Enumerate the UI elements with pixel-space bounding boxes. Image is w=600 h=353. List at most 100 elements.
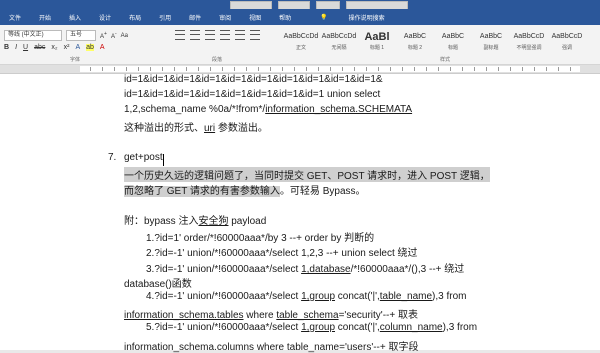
ruler-tick	[546, 67, 547, 71]
lightbulb-icon: 💡	[320, 14, 328, 21]
item-title: get+post	[124, 152, 163, 163]
style-item[interactable]: AaBl 标题 1	[358, 28, 396, 56]
strikethrough-icon[interactable]: abc	[34, 44, 45, 51]
ruler-tick	[450, 67, 451, 71]
tell-me-label: 操作说明搜索	[348, 15, 385, 22]
payload-line: 5.?id=-1' union/*!60000aaa*/select 1,gro…	[146, 322, 478, 333]
ruler-tick	[150, 67, 151, 71]
ruler-tick	[186, 67, 187, 71]
ruler-tick	[558, 67, 559, 71]
ruler-tick	[318, 67, 319, 71]
ruler-tick	[510, 67, 511, 71]
ribbon: 等线 (中文正) 五号 A+ A- Aa B I U abc x₂ x² A a…	[0, 25, 600, 65]
doc-line: 附：bypass 注入安全狗 payload	[124, 216, 267, 227]
style-item[interactable]: AaBbC 标题 2	[396, 28, 434, 56]
ruler-tick	[366, 67, 367, 71]
tab-1[interactable]: 开始	[30, 13, 60, 22]
change-case-icon[interactable]: Aa	[121, 33, 128, 39]
style-sample: AaBbCcDd	[283, 33, 319, 40]
ruler-tick	[198, 67, 199, 71]
italic-icon[interactable]: I	[15, 44, 17, 51]
style-item[interactable]: AaBbCcDd 无间隔	[320, 28, 358, 56]
tab-3[interactable]: 设计	[90, 13, 120, 22]
shrink-font-icon[interactable]: A-	[111, 31, 117, 40]
doc-line: id=1&id=1&id=1&id=1&id=1&id=1&id=1&id=1&…	[124, 74, 383, 85]
ruler-tick	[534, 67, 535, 71]
ruler-tick	[162, 67, 163, 71]
highlight-icon[interactable]: ab	[86, 44, 94, 51]
style-item[interactable]: AaBbC 副标题	[472, 28, 510, 56]
style-name: 副标题	[483, 45, 499, 51]
ruler-tick	[102, 67, 103, 71]
font-selectors: 等线 (中文正) 五号 A+ A- Aa	[4, 30, 128, 41]
document-page[interactable]: id=1&id=1&id=1&id=1&id=1&id=1&id=1&id=1&…	[0, 74, 600, 353]
ruler-tick	[174, 67, 175, 71]
superscript-icon[interactable]: x²	[64, 44, 70, 51]
ruler-tick	[90, 67, 91, 71]
style-item[interactable]: AaBbCcD 不明显强调	[510, 28, 548, 56]
payload-line: information_schema.columns where table_n…	[124, 342, 419, 353]
font-size-select[interactable]: 五号	[66, 30, 96, 41]
bold-icon[interactable]: B	[4, 44, 9, 51]
style-name: 标题 2	[407, 45, 423, 51]
ruler-tick	[306, 67, 307, 71]
style-sample: AaBbC	[403, 33, 427, 40]
ruler-tick	[282, 67, 283, 71]
ruler-tick	[330, 67, 331, 71]
paragraph-group-label: 段落	[212, 57, 223, 63]
underline-icon[interactable]: U	[23, 44, 28, 51]
ruler-tick	[294, 67, 295, 71]
ruler-tick	[402, 67, 403, 71]
ruler-tick	[114, 67, 115, 71]
text-effect-icon[interactable]: A	[75, 44, 80, 51]
ruler-tick	[138, 67, 139, 71]
ruler-tick	[222, 67, 223, 71]
ruler-tick	[234, 67, 235, 71]
tab-8[interactable]: 视图	[240, 13, 270, 22]
ruler-tick	[426, 67, 427, 71]
ruler-tick	[486, 67, 487, 71]
tab-5[interactable]: 引用	[150, 13, 180, 22]
style-name: 标题	[447, 45, 458, 51]
increase-indent-icon[interactable]	[235, 30, 245, 40]
style-item[interactable]: AaBbCcD 强调	[548, 28, 586, 56]
font-name-select[interactable]: 等线 (中文正)	[4, 30, 62, 41]
grow-font-icon[interactable]: A+	[100, 31, 107, 40]
bullets-icon[interactable]	[175, 30, 185, 40]
ruler-tick	[390, 67, 391, 71]
font-format-buttons: B I U abc x₂ x² A ab A	[4, 44, 105, 51]
style-name: 强调	[561, 45, 572, 51]
ruler-tick	[354, 67, 355, 71]
doc-line: 1,2,schema_name %0a/*!from*/information_…	[124, 104, 413, 115]
doc-line: 而忽略了 GET 请求的有害参数输入。可轻易 Bypass。	[124, 186, 366, 197]
mouse-cursor	[163, 154, 164, 166]
tab-0[interactable]: 文件	[0, 13, 30, 22]
ruler-tick	[126, 67, 127, 71]
doc-line: 这种溢出的形式、uri 参数溢出。	[124, 123, 268, 134]
tab-9[interactable]: 帮助	[270, 13, 300, 22]
tab-7[interactable]: 审阅	[210, 13, 240, 22]
style-sample: AaBbC	[441, 33, 465, 40]
numbering-icon[interactable]	[190, 30, 200, 40]
ruler-tick	[522, 67, 523, 71]
style-sample: AaBbCcD	[551, 33, 583, 40]
horizontal-ruler[interactable]	[0, 65, 600, 74]
style-item[interactable]: AaBbC 标题	[434, 28, 472, 56]
tab-2[interactable]: 插入	[60, 13, 90, 22]
tab-4[interactable]: 布局	[120, 13, 150, 22]
paragraph-tools	[175, 30, 260, 40]
style-item[interactable]: AaBbCcDd 正文	[282, 28, 320, 56]
ruler-tick	[438, 67, 439, 71]
subscript-icon[interactable]: x₂	[51, 44, 57, 51]
ruler-tick	[474, 67, 475, 71]
tab-6[interactable]: 邮件	[180, 13, 210, 22]
ruler-tick	[570, 67, 571, 71]
list-number: 7.	[108, 152, 117, 163]
multilevel-list-icon[interactable]	[205, 30, 215, 40]
styles-group-label: 样式	[440, 57, 451, 63]
style-sample: AaBbC	[479, 33, 503, 40]
font-color-icon[interactable]: A	[100, 44, 105, 51]
sort-icon[interactable]	[250, 30, 260, 40]
tell-me-box[interactable]: 💡 操作说明搜索	[302, 13, 403, 22]
decrease-indent-icon[interactable]	[220, 30, 230, 40]
